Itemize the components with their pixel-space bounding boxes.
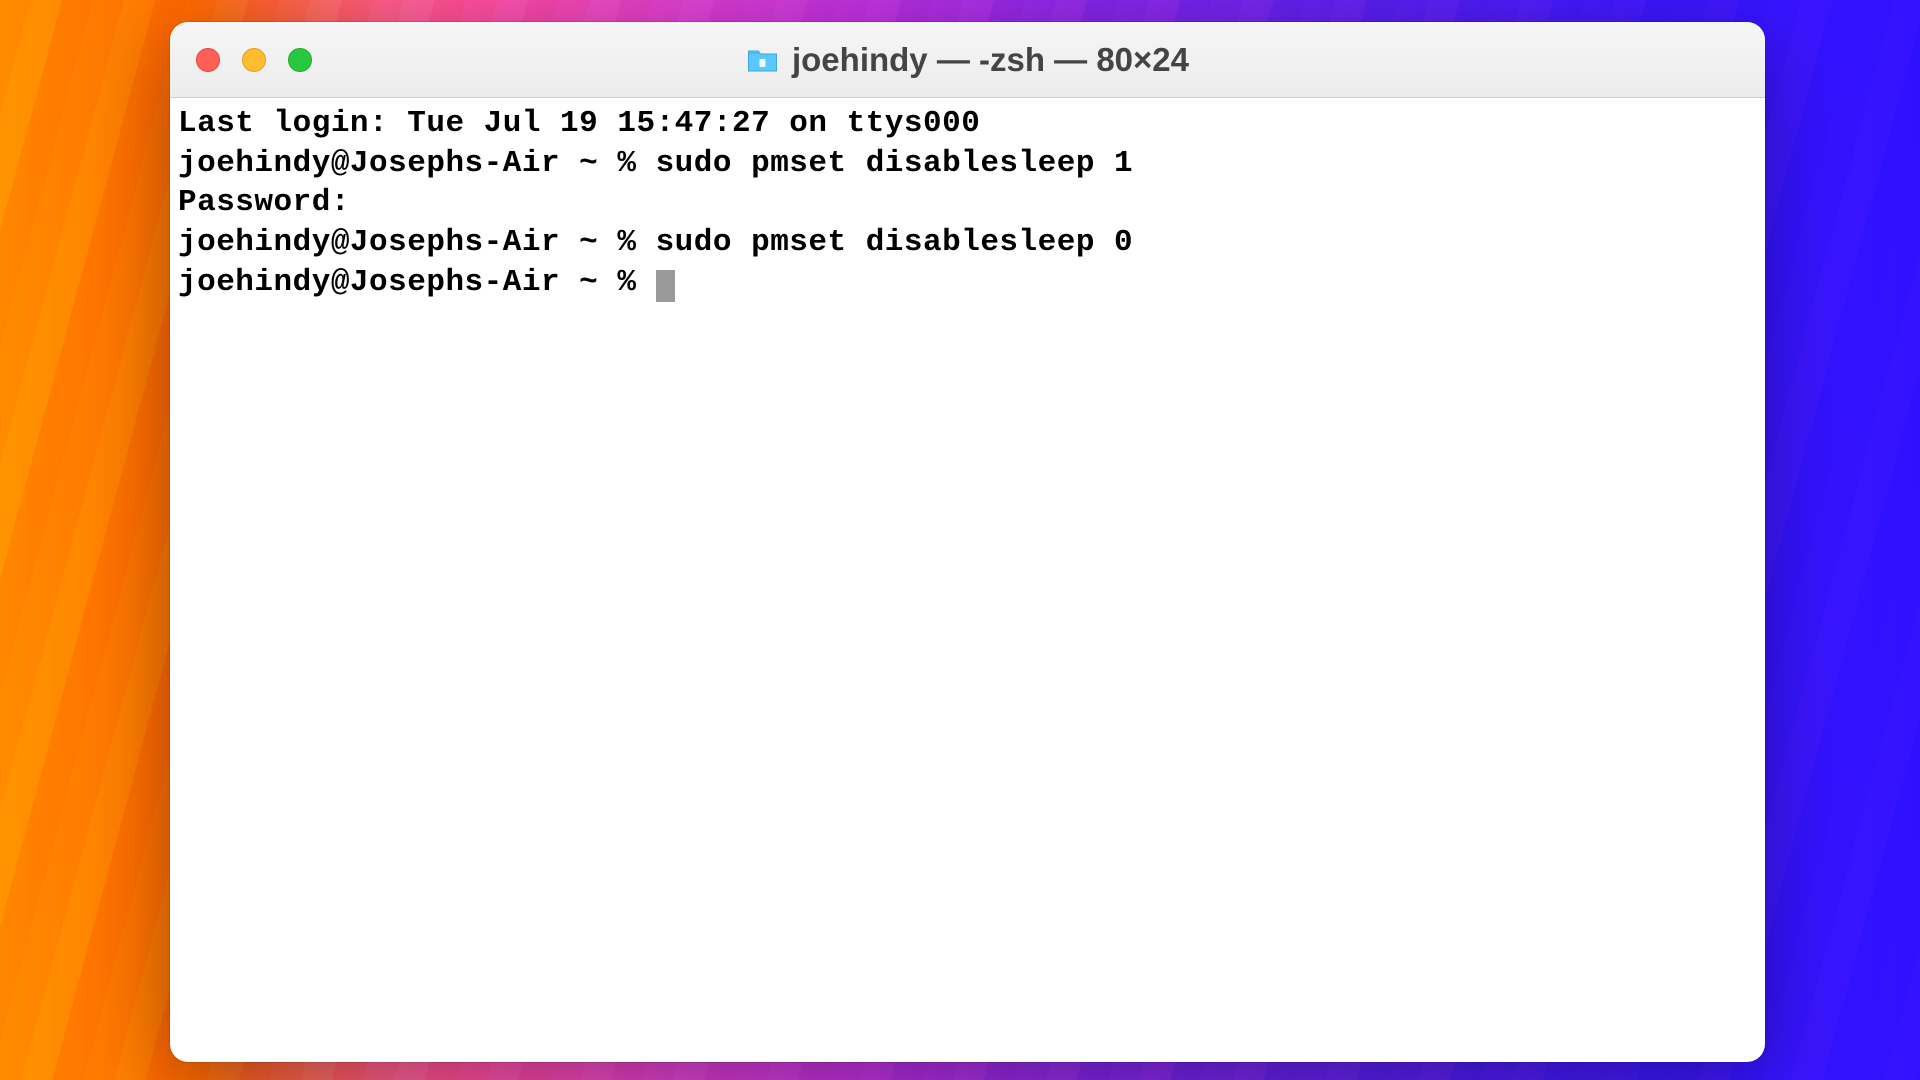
minimize-button[interactable] <box>242 48 266 72</box>
terminal-line: Password: <box>178 183 1757 223</box>
maximize-button[interactable] <box>288 48 312 72</box>
terminal-line: Last login: Tue Jul 19 15:47:27 on ttys0… <box>178 104 1757 144</box>
terminal-prompt-line: joehindy@Josephs-Air ~ % <box>178 263 1757 303</box>
title-bar[interactable]: joehindy — -zsh — 80×24 <box>170 22 1765 98</box>
cursor <box>656 270 675 302</box>
terminal-prompt: joehindy@Josephs-Air ~ % <box>178 265 656 300</box>
window-title: joehindy — -zsh — 80×24 <box>792 41 1189 79</box>
terminal-line: joehindy@Josephs-Air ~ % sudo pmset disa… <box>178 223 1757 263</box>
terminal-content[interactable]: Last login: Tue Jul 19 15:47:27 on ttys0… <box>170 98 1765 1062</box>
terminal-line: joehindy@Josephs-Air ~ % sudo pmset disa… <box>178 144 1757 184</box>
folder-icon <box>746 47 778 73</box>
traffic-lights <box>170 48 312 72</box>
terminal-window: joehindy — -zsh — 80×24 Last login: Tue … <box>170 22 1765 1062</box>
title-center: joehindy — -zsh — 80×24 <box>746 41 1189 79</box>
close-button[interactable] <box>196 48 220 72</box>
